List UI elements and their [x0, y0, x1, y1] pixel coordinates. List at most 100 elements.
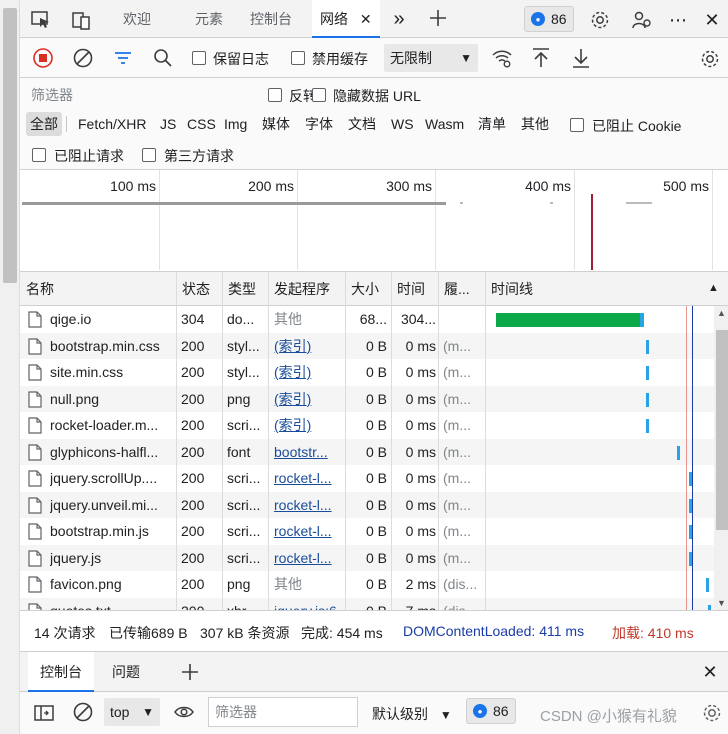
record-stop-icon[interactable] — [32, 47, 54, 69]
log-level-select[interactable]: 默认级别 ▼ — [372, 704, 452, 724]
table-row[interactable]: qige.io 304 do... 其他 68... 304... — [20, 306, 728, 333]
console-issues-badge[interactable]: ● 86 — [466, 698, 516, 724]
throttle-select[interactable]: 无限制 ▼ — [384, 44, 478, 72]
type-filter-img[interactable]: Img — [220, 112, 251, 136]
table-row[interactable]: bootstrap.min.css 200 styl... (索引) 0 B 0 ms (m… — [20, 332, 728, 359]
table-scrollbar-thumb[interactable] — [716, 330, 728, 530]
waterfall-download-bar — [677, 445, 680, 460]
network-status-bar: 14 次请求 已传输689 B 307 kB 条资源 完成: 454 ms DO… — [20, 610, 728, 652]
settings-gear-icon[interactable] — [588, 8, 612, 32]
request-initiator[interactable]: (索引) — [274, 412, 342, 438]
tab-welcome[interactable]: 欢迎 — [123, 0, 151, 38]
left-scrollbar-thumb[interactable] — [3, 8, 17, 283]
request-initiator[interactable]: (索引) — [274, 359, 342, 385]
column-fulfilled[interactable]: 履... — [438, 272, 484, 306]
request-initiator[interactable]: jquery.js:6 — [274, 598, 342, 611]
type-filter-ws[interactable]: WS — [387, 112, 418, 136]
export-har-icon[interactable] — [570, 47, 592, 69]
third-party-checkbox[interactable] — [142, 148, 156, 162]
hide-data-urls-checkbox[interactable] — [312, 88, 326, 102]
column-waterfall[interactable]: 时间线 — [485, 272, 665, 306]
invert-checkbox[interactable] — [268, 88, 282, 102]
tab-network[interactable]: 网络 ✕ — [312, 0, 380, 38]
table-row[interactable]: null.png 200 png (索引) 0 B 0 ms (m... — [20, 385, 728, 412]
close-tab-icon[interactable]: ✕ — [360, 11, 372, 27]
tab-elements[interactable]: 元素 — [195, 0, 223, 38]
scroll-down-icon[interactable]: ▼ — [717, 598, 726, 608]
request-initiator[interactable]: rocket-l... — [274, 492, 342, 518]
issues-badge[interactable]: ● 86 — [524, 6, 574, 32]
request-initiator[interactable]: rocket-l... — [274, 545, 342, 571]
preserve-log-checkbox[interactable] — [192, 51, 206, 65]
request-initiator[interactable]: (索引) — [274, 386, 342, 412]
type-filter-manifest[interactable]: 清单 — [474, 112, 510, 136]
filter-input[interactable]: 筛选器 — [24, 83, 258, 107]
waterfall-download-bar — [646, 419, 649, 433]
column-name[interactable]: 名称 — [20, 272, 176, 306]
network-settings-icon[interactable] — [698, 47, 722, 71]
transferred-size: 已传输689 B — [109, 625, 188, 641]
customize-users-icon[interactable] — [630, 8, 654, 32]
type-filter-font[interactable]: 字体 — [301, 112, 337, 136]
type-filter-js[interactable]: JS — [156, 112, 180, 136]
drawer-tab-console[interactable]: 控制台 — [28, 652, 94, 692]
table-row[interactable]: site.min.css 200 styl... (索引) 0 B 0 ms (m... — [20, 359, 728, 386]
close-drawer-icon[interactable]: ✕ — [698, 660, 722, 684]
disable-cache-checkbox[interactable] — [291, 51, 305, 65]
request-time: 0 ms — [405, 549, 436, 566]
drawer-add-tab-icon[interactable] — [178, 660, 202, 684]
table-row[interactable]: jquery.scrollUp.... 200 scri... rocket-l...… — [20, 465, 728, 492]
request-initiator[interactable]: bootstr... — [274, 439, 342, 465]
clear-icon[interactable] — [72, 47, 94, 69]
type-filter-other[interactable]: 其他 — [517, 112, 553, 136]
table-row[interactable]: rocket-loader.m... 200 scri... (索引) 0 B 0 ms (… — [20, 412, 728, 439]
type-filter-wasm[interactable]: Wasm — [421, 112, 468, 136]
live-expression-eye-icon[interactable] — [172, 701, 196, 723]
column-type[interactable]: 类型 — [222, 272, 266, 306]
type-filter-all[interactable]: 全部 — [26, 112, 62, 136]
tab-console[interactable]: 控制台 — [250, 0, 292, 38]
column-status[interactable]: 状态 — [176, 272, 218, 306]
column-initiator[interactable]: 发起程序 — [268, 272, 344, 306]
table-row[interactable]: bootstrap.min.js 200 scri... rocket-l... 0 B… — [20, 518, 728, 545]
overview-timeline[interactable]: 100 ms 200 ms 300 ms 400 ms 500 ms — [20, 170, 728, 272]
type-filter-media[interactable]: 媒体 — [258, 112, 294, 136]
type-filter-doc[interactable]: 文档 — [344, 112, 380, 136]
filter-funnel-icon[interactable] — [112, 47, 134, 69]
device-emulation-icon[interactable] — [70, 9, 92, 31]
waterfall-download-bar — [646, 339, 649, 354]
search-icon[interactable] — [152, 47, 174, 69]
console-filter-input[interactable]: 筛选器 — [208, 697, 358, 727]
clear-console-icon[interactable] — [72, 701, 94, 723]
request-name: bootstrap.min.js — [50, 523, 149, 539]
table-row[interactable]: glyphicons-halfl... 200 font bootstr... 0 B 0… — [20, 438, 728, 465]
scroll-up-icon[interactable]: ▲ — [717, 308, 726, 318]
sort-ascending-icon[interactable]: ▲ — [708, 282, 719, 294]
context-select[interactable]: top ▼ — [104, 698, 160, 726]
table-row[interactable]: jquery.js 200 scri... rocket-l... 0 B 0 ms (m.… — [20, 544, 728, 571]
network-conditions-icon[interactable] — [490, 47, 514, 69]
import-har-icon[interactable] — [530, 47, 552, 69]
blocked-cookies-checkbox[interactable] — [570, 118, 584, 132]
column-time[interactable]: 时间 — [391, 272, 435, 306]
request-initiator[interactable]: rocket-l... — [274, 465, 342, 491]
add-tab-icon[interactable] — [426, 6, 450, 30]
type-filter-css[interactable]: CSS — [183, 112, 220, 136]
inspect-element-icon[interactable] — [30, 9, 52, 31]
request-initiator[interactable]: (索引) — [274, 333, 342, 359]
type-filter-fetch-xhr[interactable]: Fetch/XHR — [74, 112, 150, 136]
console-toolbar: top ▼ 筛选器 默认级别 ▼ ● 86 CSDN @小猴有礼貌 — [20, 692, 728, 734]
table-row[interactable]: quotes.txt 200 xhr jquery.js:6 0 B 7 ms (dis..… — [20, 597, 728, 611]
table-row[interactable]: jquery.unveil.mi... 200 scri... rocket-l...… — [20, 491, 728, 518]
blocked-requests-checkbox[interactable] — [32, 148, 46, 162]
request-initiator[interactable]: rocket-l... — [274, 518, 342, 544]
column-size[interactable]: 大小 — [345, 272, 387, 306]
close-devtools-icon[interactable]: ✕ — [700, 8, 724, 32]
show-sidebar-icon[interactable] — [32, 701, 56, 725]
request-size: 0 B — [349, 598, 387, 611]
more-options-icon[interactable]: ⋯ — [666, 8, 690, 32]
table-row[interactable]: favicon.png 200 png 其他 0 B 2 ms (dis... — [20, 571, 728, 598]
drawer-tab-issues[interactable]: 问题 — [112, 652, 140, 692]
console-settings-icon[interactable] — [700, 701, 724, 725]
more-tabs-icon[interactable]: » — [388, 8, 410, 30]
